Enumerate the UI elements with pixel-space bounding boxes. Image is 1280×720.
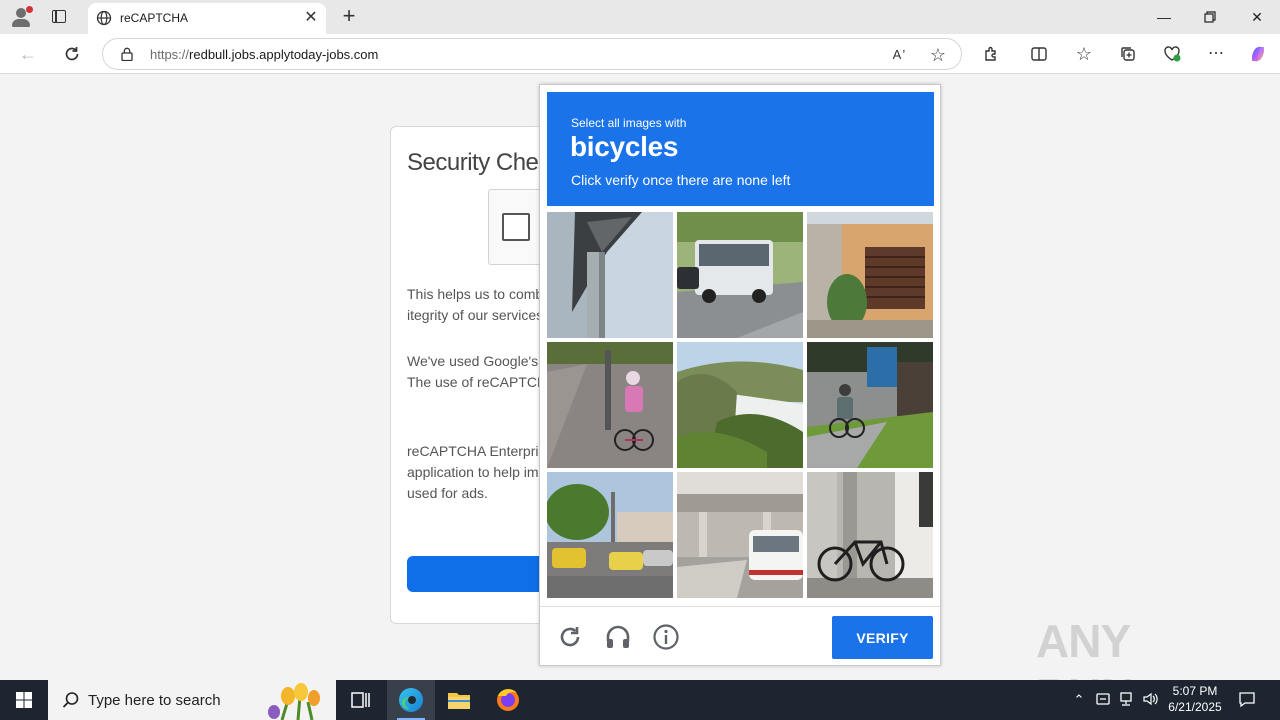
system-clock[interactable]: 5:07 PM 6/21/2025 — [1162, 683, 1228, 715]
minimize-icon[interactable]: — — [1153, 6, 1175, 28]
tile-pole-overpass[interactable] — [547, 212, 673, 338]
audio-challenge-icon[interactable] — [604, 623, 632, 651]
task-view-icon[interactable] — [336, 680, 384, 720]
challenge-hint: Click verify once there are none left — [571, 172, 791, 188]
refresh-icon[interactable] — [60, 42, 84, 66]
challenge-header: Select all images with bicycles Click ve… — [547, 92, 934, 206]
file-explorer-icon[interactable] — [435, 680, 483, 720]
tray-overflow-icon[interactable]: ⌃ — [1070, 691, 1088, 709]
volume-icon[interactable] — [1141, 691, 1159, 709]
watermark-logo: ANY RUN — [1036, 606, 1236, 720]
notifications-icon[interactable] — [1238, 690, 1256, 708]
favorite-star-icon[interactable]: ☆ — [928, 45, 948, 65]
profile-avatar-icon[interactable] — [8, 5, 34, 29]
read-aloud-icon[interactable]: A ’ — [889, 45, 909, 65]
windows-start-icon[interactable] — [0, 680, 48, 720]
browser-toolbar: ← https://redbull.jobs.applytoday-jobs.c… — [0, 34, 1280, 74]
tulips-illustration-icon — [268, 683, 320, 720]
favorites-icon[interactable]: ☆ — [1073, 43, 1095, 65]
search-icon — [62, 692, 79, 708]
recaptcha-checkbox[interactable] — [502, 213, 530, 241]
challenge-footer: VERIFY — [540, 606, 940, 666]
browser-tab-strip: reCAPTCHA ✕ + — ✕ — [0, 0, 1280, 34]
challenge-instruction: Select all images with — [571, 116, 687, 130]
search-placeholder: Type here to search — [88, 692, 221, 709]
tile-underpass-bus[interactable] — [677, 472, 803, 598]
security-tray-icon[interactable] — [1094, 691, 1112, 709]
firefox-icon[interactable] — [484, 680, 532, 720]
restore-icon[interactable] — [1199, 6, 1221, 28]
more-options-icon[interactable]: ⋯ — [1205, 43, 1227, 65]
tile-cyclist-pink[interactable] — [547, 342, 673, 468]
challenge-target: bicycles — [570, 131, 679, 162]
address-bar[interactable]: https://redbull.jobs.applytoday-jobs.com… — [102, 38, 962, 70]
window-close-icon[interactable]: ✕ — [1246, 6, 1268, 28]
lock-icon[interactable] — [121, 47, 133, 61]
tile-cyclist-grass[interactable] — [807, 342, 933, 468]
tile-hillside-trees[interactable] — [677, 342, 803, 468]
copilot-icon[interactable] — [1247, 43, 1269, 65]
clock-date: 6/21/2025 — [1168, 700, 1222, 714]
tile-parked-bicycle[interactable] — [807, 472, 933, 598]
tile-bus-road[interactable] — [677, 212, 803, 338]
browser-essentials-icon[interactable] — [1161, 43, 1183, 65]
extensions-icon[interactable] — [980, 43, 1002, 65]
tab-close-icon[interactable]: ✕ — [302, 9, 320, 27]
verify-button[interactable]: VERIFY — [832, 616, 933, 659]
split-screen-icon[interactable] — [1028, 43, 1050, 65]
tab-actions-icon[interactable] — [50, 8, 68, 26]
recaptcha-challenge: Select all images with bicycles Click ve… — [539, 84, 941, 666]
edge-taskbar-icon[interactable] — [387, 680, 435, 720]
collections-icon[interactable] — [1117, 43, 1139, 65]
url-text: https://redbull.jobs.applytoday-jobs.com — [150, 47, 379, 62]
tab-title: reCAPTCHA — [120, 11, 189, 25]
taskbar: Type here to search ⌃ 5:07 PM 6/21/2025 — [0, 680, 1280, 720]
reload-icon[interactable] — [556, 623, 584, 651]
new-tab-icon[interactable]: + — [338, 5, 360, 27]
clock-time: 5:07 PM — [1172, 684, 1218, 698]
tile-building-window[interactable] — [807, 212, 933, 338]
globe-icon — [96, 10, 112, 26]
back-arrow-icon[interactable]: ← — [16, 42, 40, 66]
network-icon[interactable] — [1117, 691, 1135, 709]
image-grid — [547, 212, 935, 600]
taskbar-search[interactable]: Type here to search — [48, 680, 336, 720]
tile-street-cars[interactable] — [547, 472, 673, 598]
info-icon[interactable] — [652, 623, 680, 651]
tab-recaptcha[interactable]: reCAPTCHA ✕ — [88, 3, 326, 34]
